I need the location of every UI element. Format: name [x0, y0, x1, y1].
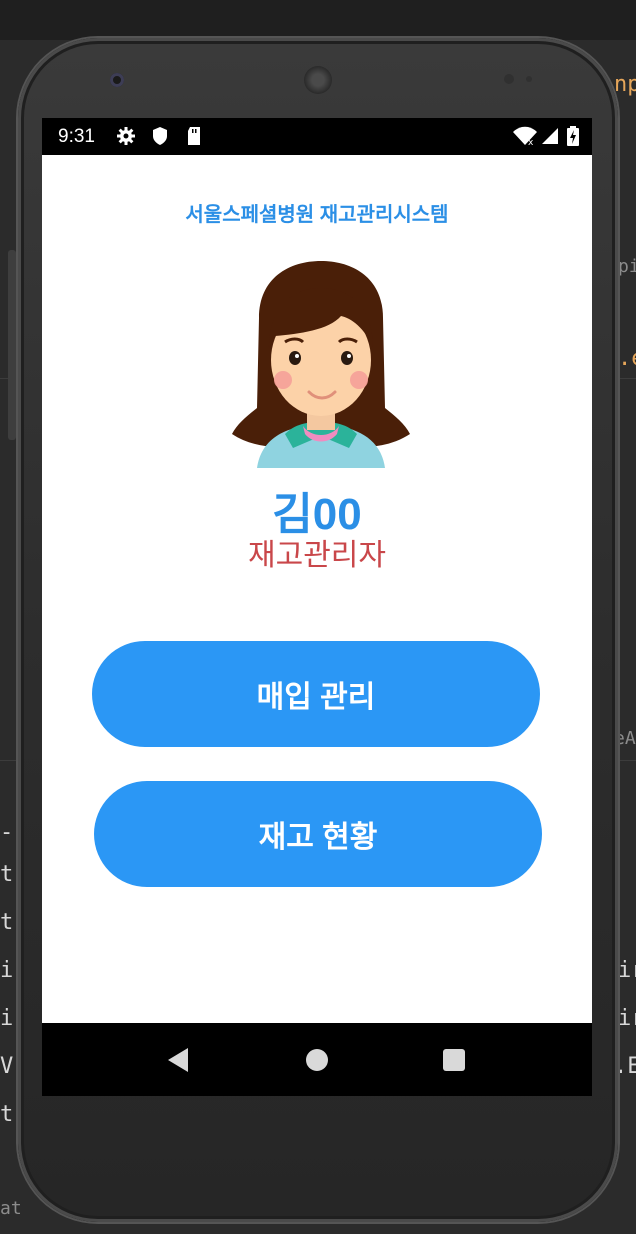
- ide-code-snippet: V: [0, 1054, 14, 1079]
- recents-square-icon[interactable]: [443, 1049, 465, 1071]
- user-role: 재고관리자: [248, 539, 386, 572]
- device-volume-button[interactable]: [8, 250, 16, 440]
- ide-code-snippet: -: [0, 820, 14, 845]
- light-sensor-icon: [526, 76, 532, 82]
- front-camera-icon: [110, 73, 124, 87]
- settings-gear-icon: [117, 127, 135, 145]
- shield-icon: [153, 127, 167, 145]
- battery-charging-icon: [567, 126, 579, 146]
- ide-code-snippet: t: [0, 1102, 14, 1127]
- ide-code-snippet: ir: [618, 958, 636, 983]
- inventory-status-button[interactable]: 재고 현황: [94, 781, 542, 887]
- sd-card-icon: [188, 127, 200, 145]
- proximity-sensor-icon: [504, 74, 514, 84]
- wifi-icon: x: [513, 126, 537, 146]
- home-circle-icon[interactable]: [306, 1049, 328, 1071]
- ide-code-snippet: ir: [618, 1006, 636, 1031]
- ide-code-snippet: t: [0, 862, 14, 887]
- purchase-management-button[interactable]: 매입 관리: [92, 641, 540, 747]
- back-triangle-icon[interactable]: [168, 1048, 188, 1072]
- ide-top-panel: [0, 0, 636, 40]
- earpiece-speaker-icon: [304, 66, 332, 94]
- girl-avatar-icon: [232, 261, 410, 468]
- device-screen: 9:31 x 서울스페셜병원 재고관리시스템 김00 재고관리자 매입 관리 재…: [42, 118, 592, 1096]
- ide-code-snippet: at: [0, 1198, 22, 1219]
- ide-code-snippet: i: [0, 958, 14, 983]
- ide-code-snippet: i: [0, 1006, 14, 1031]
- status-bar: 9:31 x: [42, 118, 592, 155]
- navigation-bar: [42, 1023, 592, 1096]
- ide-code-snippet: pi: [618, 256, 636, 277]
- app-title: 서울스페셜병원 재고관리시스템: [185, 204, 449, 226]
- ide-code-snippet: t: [0, 910, 14, 935]
- ide-code-snippet: .e: [618, 346, 636, 371]
- svg-text:x: x: [528, 138, 534, 146]
- status-time: 9:31: [58, 126, 95, 147]
- ide-code-snippet: np: [614, 72, 636, 97]
- signal-icon: [542, 128, 558, 144]
